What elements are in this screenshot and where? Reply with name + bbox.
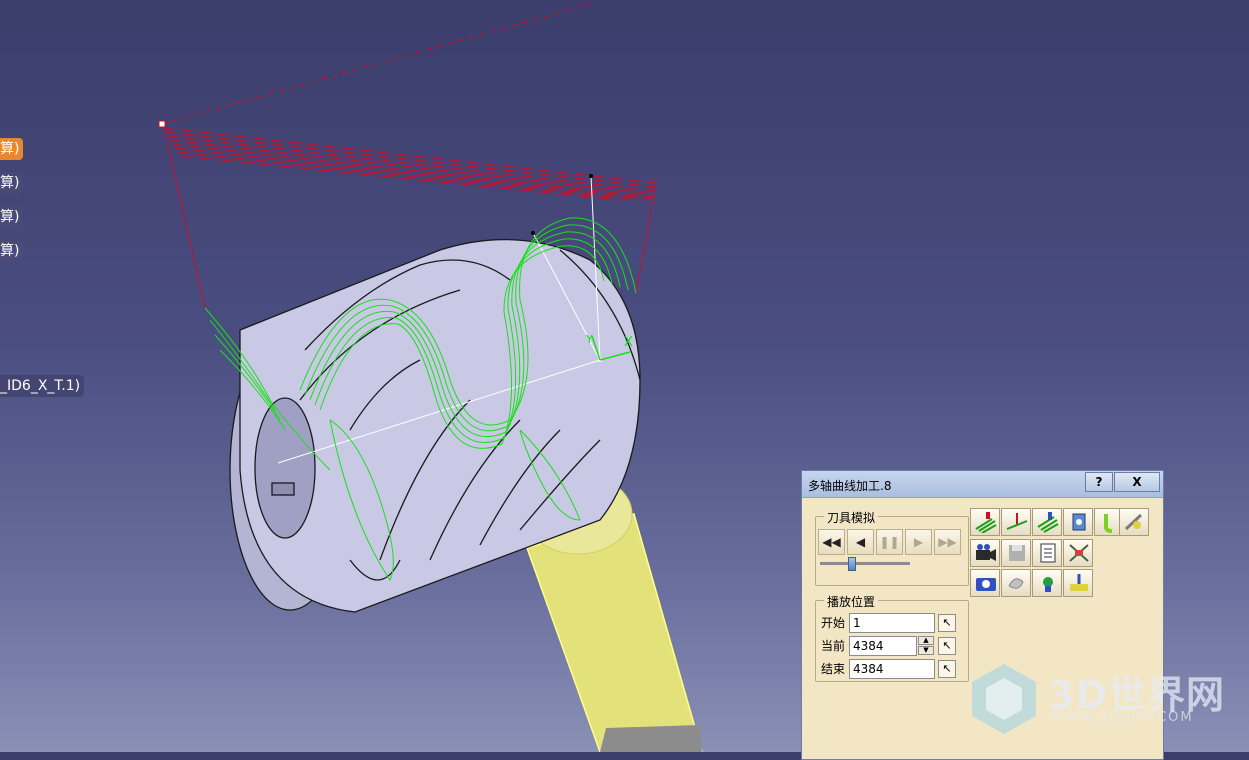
cutter-contact-icon[interactable] (1032, 508, 1062, 536)
watermark: 3D世界网 WWW.3DSJW.COM (966, 660, 1226, 736)
play-position-label: 播放位置 (824, 593, 879, 610)
end-pick-button[interactable]: ↖ (938, 660, 956, 678)
current-label: 当前 (821, 639, 846, 653)
axis-label-x: X (624, 335, 633, 350)
current-spin-up[interactable]: ▲ (918, 636, 934, 645)
tree-item-part[interactable]: _ID6_X_T.1) (0, 375, 85, 397)
simulation-slider-thumb[interactable] (848, 557, 856, 571)
tool-simulation-label: 刀具模拟 (824, 509, 879, 526)
step-forward-button[interactable]: ▶ (905, 529, 932, 555)
stock-icon[interactable] (1063, 508, 1093, 536)
start-label: 开始 (821, 616, 846, 630)
video-camera-icon[interactable] (970, 539, 1000, 567)
axis-label-y: Y (585, 333, 593, 346)
probe-icon[interactable] (1032, 569, 1062, 597)
report-icon[interactable] (1032, 539, 1062, 567)
rewind-button[interactable]: ◀◀ (818, 529, 845, 555)
dialog-title: 多轴曲线加工.8 (808, 479, 892, 493)
start-field[interactable]: 1 (849, 613, 935, 633)
current-pick-button[interactable]: ↖ (938, 637, 956, 655)
pause-button[interactable]: ❚❚ (876, 529, 903, 555)
axis-origin-marker (158, 120, 166, 128)
photo-icon[interactable] (970, 569, 1000, 597)
end-label: 结束 (821, 662, 846, 676)
save-icon[interactable] (1001, 539, 1031, 567)
current-field[interactable]: 4384 (849, 636, 917, 656)
tree-item-4[interactable]: 算) (0, 240, 24, 262)
watermark-url: WWW.3DSJW.COM (1050, 710, 1194, 725)
tree-item-2[interactable]: 算) (0, 172, 24, 194)
fixture-icon[interactable] (1063, 569, 1093, 597)
step-back-button[interactable]: ◀ (847, 529, 874, 555)
measure-icon[interactable] (1063, 539, 1093, 567)
compare-icon[interactable] (1001, 569, 1031, 597)
close-button[interactable]: X (1114, 472, 1160, 492)
help-button[interactable]: ? (1085, 472, 1113, 492)
start-pick-button[interactable]: ↖ (938, 614, 956, 632)
end-field[interactable]: 4384 (849, 659, 935, 679)
tree-item-1[interactable]: 算) (0, 138, 24, 160)
axis-dashed-line (161, 3, 591, 125)
dialog-titlebar[interactable]: 多轴曲线加工.8 ? X (802, 471, 1163, 498)
tool-path-icon[interactable] (970, 508, 1000, 536)
analysis-icon[interactable] (1119, 508, 1149, 536)
playback-controls: ◀◀ ◀ ❚❚ ▶ ▶▶ (818, 529, 966, 555)
tree-item-3[interactable]: 算) (0, 206, 24, 228)
tool-axis-icon[interactable] (1001, 508, 1031, 536)
watermark-logo-icon (972, 664, 1036, 734)
fast-forward-button[interactable]: ▶▶ (934, 529, 961, 555)
current-spin-down[interactable]: ▼ (918, 646, 934, 655)
simulation-slider-track[interactable] (820, 562, 910, 565)
